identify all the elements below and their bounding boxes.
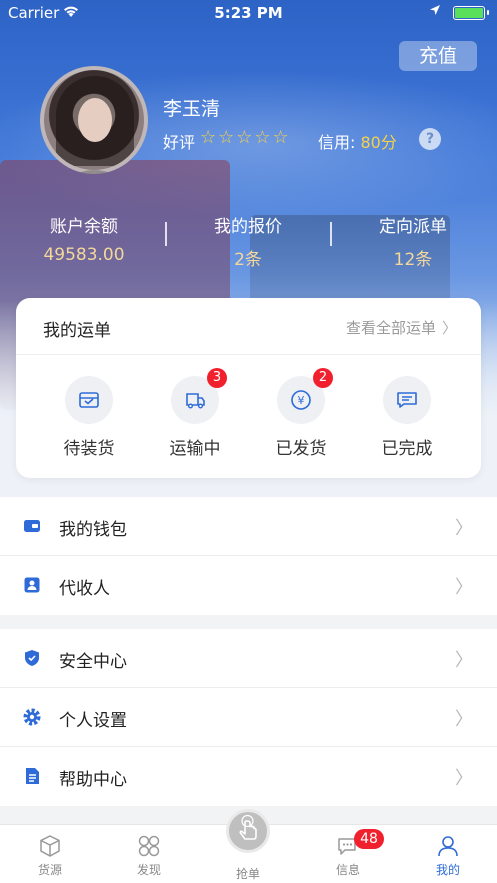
cube-icon: [10, 833, 90, 861]
document-icon: [23, 767, 41, 785]
chevron-right-icon: 〉: [455, 709, 473, 730]
rating-label: 好评: [163, 133, 196, 152]
count-badge: 2: [313, 368, 333, 388]
help-question-icon[interactable]: ?: [419, 128, 441, 150]
chat-icon: 48: [308, 829, 388, 861]
menu-item-help[interactable]: 帮助中心 〉: [0, 747, 497, 806]
order-status-label: 已完成: [381, 439, 433, 459]
order-status-pending-load[interactable]: 待装货: [41, 376, 137, 459]
view-all-label: 查看全部运单: [345, 319, 436, 337]
menu-item-label: 我的钱包: [59, 520, 127, 540]
user-icon: [408, 833, 488, 861]
svg-text:¥: ¥: [298, 394, 305, 407]
stat-label: 定向派单: [379, 217, 447, 237]
menu-item-settings[interactable]: 个人设置 〉: [0, 688, 497, 747]
stat-value: 49583.00: [43, 245, 125, 265]
menu-item-payee[interactable]: 代收人 〉: [0, 556, 497, 615]
grab-order-button[interactable]: [226, 809, 270, 853]
chevron-right-icon: 〉: [455, 650, 473, 671]
stat-value: 12条: [393, 250, 433, 270]
truck-icon: 3: [171, 368, 227, 424]
tab-discover[interactable]: 发现: [109, 833, 189, 878]
yuan-icon: ¥ 2: [277, 368, 333, 424]
stat-account-balance[interactable]: 账户余额 49583.00: [4, 212, 164, 265]
battery-icon: [453, 6, 489, 20]
orders-card: 我的运单 查看全部运单〉 待装货 3 运输中 ¥ 2 已发货 已完成: [16, 298, 481, 478]
recharge-button[interactable]: 充值: [399, 41, 477, 71]
payee-icon: [23, 576, 41, 594]
tab-cargo[interactable]: 货源: [10, 833, 90, 878]
shield-icon: [23, 649, 41, 667]
menu-group-wallet: 我的钱包 〉 代收人 〉: [0, 497, 497, 615]
status-bar: Carrier 5:23 PM: [0, 0, 497, 26]
tab-label: 我的: [435, 863, 460, 877]
menu-item-security[interactable]: 安全中心 〉: [0, 629, 497, 688]
menu-group-settings: 安全中心 〉 个人设置 〉 帮助中心 〉: [0, 629, 497, 806]
wallet-icon: [23, 517, 41, 535]
divider: [16, 354, 481, 355]
stat-my-quotes[interactable]: 我的报价 2条: [168, 212, 328, 270]
status-time: 5:23 PM: [214, 4, 283, 22]
count-badge: 48: [354, 829, 384, 849]
stat-divider: [165, 222, 167, 246]
orders-title: 我的运单: [43, 321, 111, 341]
stat-divider: [330, 222, 332, 246]
stat-directed-orders[interactable]: 定向派单 12条: [333, 212, 493, 270]
chevron-right-icon: 〉: [455, 577, 473, 598]
stat-label: 我的报价: [214, 217, 282, 237]
menu-item-label: 代收人: [59, 579, 110, 599]
tab-messages[interactable]: 48 信息: [308, 829, 388, 878]
order-status-shipped[interactable]: ¥ 2 已发货: [253, 368, 349, 459]
tab-label: 货源: [37, 863, 62, 877]
message-icon: [383, 376, 431, 424]
count-badge: 3: [207, 368, 227, 388]
discover-icon: [109, 833, 189, 861]
rating-stars: ☆☆☆☆☆: [200, 127, 291, 148]
order-status-label: 待装货: [63, 439, 115, 459]
chevron-right-icon: 〉: [455, 518, 473, 539]
menu-item-label: 帮助中心: [59, 770, 127, 790]
order-status-completed[interactable]: 已完成: [359, 376, 455, 459]
tap-icon: [239, 814, 257, 840]
avatar[interactable]: [40, 66, 148, 174]
order-status-label: 已发货: [275, 439, 327, 459]
order-status-in-transit[interactable]: 3 运输中: [147, 368, 243, 459]
settings-icon: [23, 708, 41, 726]
chevron-right-icon: 〉: [455, 768, 473, 789]
chevron-right-icon: 〉: [441, 319, 457, 337]
tab-label-grab-order: 抢单: [235, 867, 260, 881]
menu-item-label: 安全中心: [59, 652, 127, 672]
credit-score: 信用: 80分: [318, 129, 397, 153]
credit-label: 信用:: [318, 133, 356, 152]
box-icon: [65, 376, 113, 424]
menu-item-wallet[interactable]: 我的钱包 〉: [0, 497, 497, 556]
menu-item-label: 个人设置: [59, 711, 127, 731]
view-all-orders-link[interactable]: 查看全部运单〉: [346, 317, 457, 338]
location-icon: [429, 4, 441, 19]
credit-value: 80分: [360, 133, 397, 152]
stat-label: 账户余额: [50, 217, 118, 237]
tab-label: 信息: [335, 863, 360, 877]
stat-value: 2条: [234, 250, 262, 270]
tab-mine[interactable]: 我的: [408, 833, 488, 878]
order-status-label: 运输中: [169, 439, 221, 459]
tab-label: 发现: [136, 863, 161, 877]
username: 李玉清: [163, 98, 221, 120]
